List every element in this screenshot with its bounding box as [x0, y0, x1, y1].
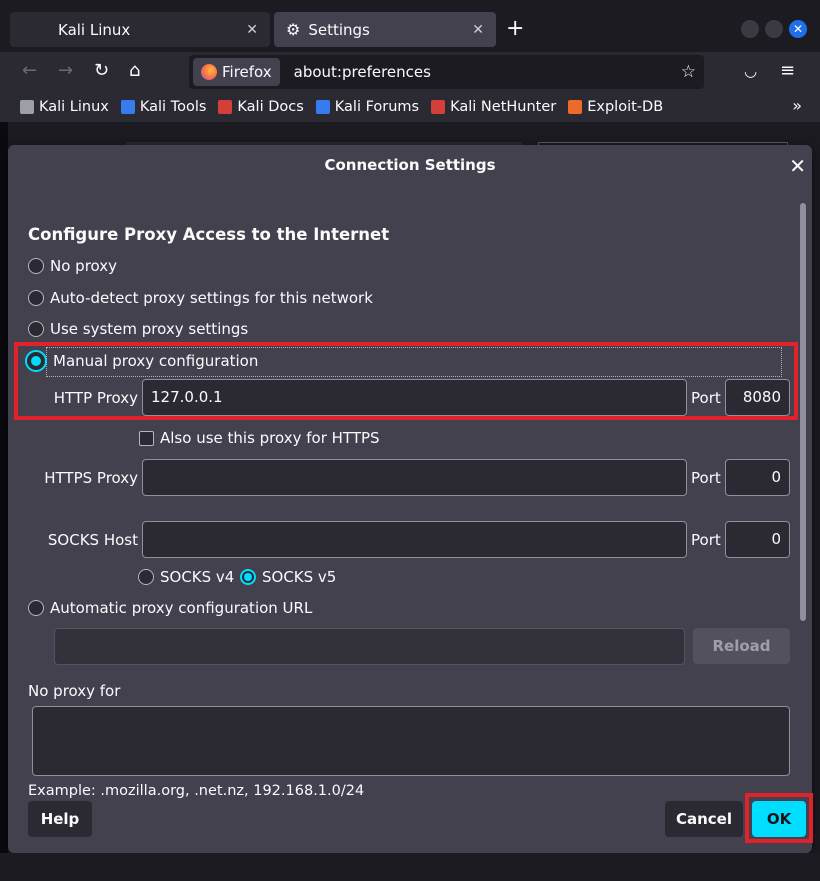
auto-detect-radio[interactable]	[28, 290, 44, 306]
home-icon[interactable]: ⌂	[129, 60, 140, 81]
https-port-input[interactable]: 0	[725, 459, 790, 496]
navigation-bar: ← → ↻ ⌂ Firefox about:preferences ☆ ◡ ≡	[0, 52, 820, 92]
also-https-label: Also use this proxy for HTTPS	[160, 429, 380, 447]
forward-arrow-icon[interactable]: →	[58, 60, 73, 81]
socks-v4-option[interactable]: SOCKS v4	[138, 568, 234, 586]
kali-tools-icon	[120, 100, 135, 114]
tab-strip: Kali Linux ✕ ⚙ Settings ✕ + ✕	[0, 0, 820, 58]
bookmark-kali-linux[interactable]: Kali Linux	[20, 99, 109, 115]
identity-box[interactable]: Firefox	[193, 58, 280, 86]
bookmark-kali-forums[interactable]: Kali Forums	[315, 99, 420, 115]
socks-v5-radio[interactable]	[240, 569, 256, 585]
reload-button[interactable]: Reload	[693, 628, 790, 664]
bookmark-label: Exploit-DB	[587, 99, 664, 115]
no-proxy-label: No proxy	[50, 257, 117, 275]
kali-forums-icon	[315, 100, 330, 114]
close-icon[interactable]: ✕	[789, 154, 806, 178]
dialog-title: Connection Settings	[324, 156, 496, 174]
section-heading: Configure Proxy Access to the Internet	[28, 225, 390, 244]
bookmark-exploit-db[interactable]: Exploit-DB	[568, 99, 663, 115]
https-port-label: Port	[691, 469, 721, 487]
no-proxy-option[interactable]: No proxy	[28, 257, 117, 275]
tab-label: Kali Linux	[58, 20, 131, 39]
tab-kali-linux[interactable]: Kali Linux ✕	[10, 12, 270, 47]
kali-dragon-icon	[20, 100, 34, 114]
socks-host-label: SOCKS Host	[47, 531, 138, 549]
url-bar[interactable]: Firefox about:preferences ☆	[189, 55, 704, 89]
socks-v4-label: SOCKS v4	[160, 568, 235, 586]
exploit-db-icon	[568, 100, 583, 114]
auto-url-radio[interactable]	[28, 600, 44, 616]
bookmark-star-icon[interactable]: ☆	[681, 62, 696, 82]
cancel-button[interactable]: Cancel	[665, 801, 743, 837]
more-bookmarks-icon[interactable]: »	[792, 96, 802, 115]
connection-settings-dialog: Connection Settings ✕ Configure Proxy Ac…	[8, 145, 813, 853]
system-proxy-label: Use system proxy settings	[50, 320, 249, 338]
auto-detect-option[interactable]: Auto-detect proxy settings for this netw…	[28, 289, 373, 307]
reload-icon[interactable]: ↻	[94, 60, 109, 81]
close-tab-icon[interactable]: ✕	[472, 22, 484, 38]
auto-detect-label: Auto-detect proxy settings for this netw…	[50, 289, 373, 307]
desktop-edge	[0, 122, 8, 881]
system-proxy-radio[interactable]	[28, 321, 44, 337]
bookmark-kali-tools[interactable]: Kali Tools	[120, 99, 207, 115]
https-proxy-input[interactable]	[142, 459, 687, 496]
system-proxy-option[interactable]: Use system proxy settings	[28, 320, 248, 338]
scrollbar[interactable]	[800, 203, 806, 621]
no-proxy-for-label: No proxy for	[28, 682, 121, 700]
close-window-button[interactable]: ✕	[789, 20, 807, 38]
bookmark-label: Kali Forums	[334, 99, 420, 115]
new-tab-icon[interactable]: +	[506, 16, 524, 41]
bookmark-label: Kali NetHunter	[450, 99, 557, 115]
maximize-window-button[interactable]	[765, 20, 783, 38]
bookmark-label: Kali Docs	[237, 99, 304, 115]
bookmark-kali-nethunter[interactable]: Kali NetHunter	[431, 99, 556, 115]
bookmarks-toolbar: Kali Linux Kali Tools Kali Docs Kali For…	[0, 92, 820, 122]
menu-icon[interactable]: ≡	[780, 60, 795, 81]
kali-docs-icon	[218, 100, 233, 114]
url-text[interactable]: about:preferences	[294, 63, 681, 81]
socks-host-input[interactable]	[142, 521, 687, 558]
socks-v5-label: SOCKS v5	[262, 568, 337, 586]
close-tab-icon[interactable]: ✕	[246, 22, 258, 38]
auto-url-label: Automatic proxy configuration URL	[50, 599, 313, 617]
tab-label: Settings	[308, 20, 370, 39]
example-hint: Example: .mozilla.org, .net.nz, 192.168.…	[28, 783, 365, 799]
https-proxy-label: HTTPS Proxy	[44, 469, 138, 487]
pocket-icon[interactable]: ◡	[744, 62, 757, 80]
auto-url-input[interactable]	[54, 628, 685, 665]
highlight-box-ok	[745, 793, 813, 843]
no-proxy-for-textarea[interactable]	[32, 706, 790, 776]
bookmark-label: Kali Linux	[39, 99, 109, 115]
socks-port-input[interactable]: 0	[725, 521, 790, 558]
tab-settings[interactable]: ⚙ Settings ✕	[274, 12, 496, 47]
bookmark-label: Kali Tools	[139, 99, 207, 115]
socks-v4-radio[interactable]	[138, 569, 154, 585]
also-https-checkbox[interactable]	[139, 431, 154, 446]
kali-nethunter-icon	[431, 100, 446, 114]
identity-label: Firefox	[222, 63, 272, 81]
socks-port-label: Port	[691, 531, 721, 549]
no-proxy-radio[interactable]	[28, 258, 44, 274]
window-bottom	[0, 853, 820, 881]
minimize-window-button[interactable]	[741, 20, 759, 38]
auto-url-option[interactable]: Automatic proxy configuration URL	[28, 599, 312, 617]
gear-icon: ⚙	[286, 20, 301, 39]
socks-v5-option[interactable]: SOCKS v5	[240, 568, 336, 586]
firefox-logo-icon	[201, 64, 217, 80]
back-arrow-icon[interactable]: ←	[22, 60, 37, 81]
help-button[interactable]: Help	[28, 801, 92, 837]
highlight-box-manual-proxy	[14, 342, 798, 420]
bookmark-kali-docs[interactable]: Kali Docs	[218, 99, 304, 115]
